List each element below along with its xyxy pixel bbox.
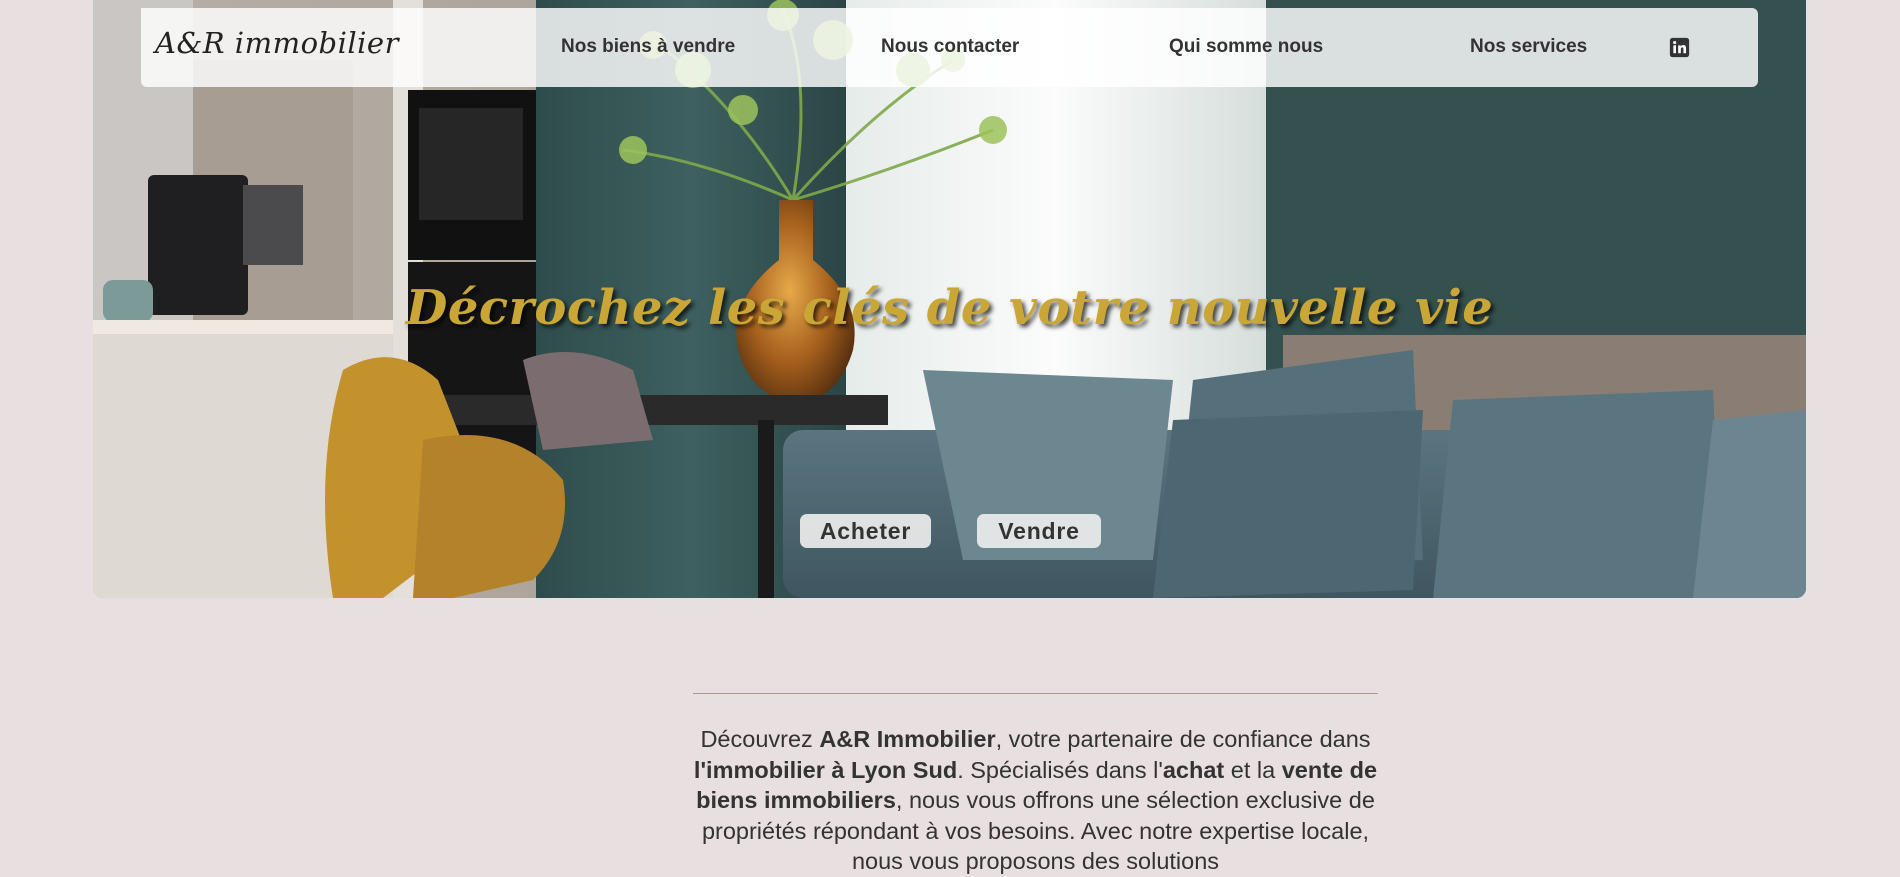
sell-button[interactable]: Vendre <box>977 514 1101 548</box>
intro-text: . Spécialisés dans l' <box>957 756 1163 783</box>
intro-bold-achat: achat <box>1162 756 1225 783</box>
intro-bold-location: l'immobilier à Lyon Sud <box>693 756 958 783</box>
brand-logo[interactable]: A&R immobilier <box>155 26 399 60</box>
intro-bold-brand: A&R Immobilier <box>819 726 996 752</box>
section-divider <box>693 693 1378 694</box>
nav-item-biens[interactable]: Nos biens à vendre <box>561 36 735 58</box>
intro-text: et la <box>1224 756 1282 783</box>
nav-item-services[interactable]: Nos services <box>1470 36 1587 58</box>
nav-item-about[interactable]: Qui somme nous <box>1169 36 1323 58</box>
intro-text: , votre partenaire de confiance dans <box>995 726 1371 752</box>
intro-text: Découvrez <box>700 726 820 752</box>
hero-banner: A&R immobilier Nos biens à vendre Nous c… <box>93 0 1806 598</box>
nav-item-contact[interactable]: Nous contacter <box>881 36 1019 58</box>
buy-button[interactable]: Acheter <box>800 514 931 548</box>
linkedin-icon[interactable] <box>1669 37 1690 58</box>
intro-paragraph: Découvrez A&R Immobilier, votre partenai… <box>684 724 1387 877</box>
hero-title: Décrochez les clés de votre nouvelle vie <box>405 280 1494 336</box>
top-navbar: A&R immobilier Nos biens à vendre Nous c… <box>141 8 1758 87</box>
